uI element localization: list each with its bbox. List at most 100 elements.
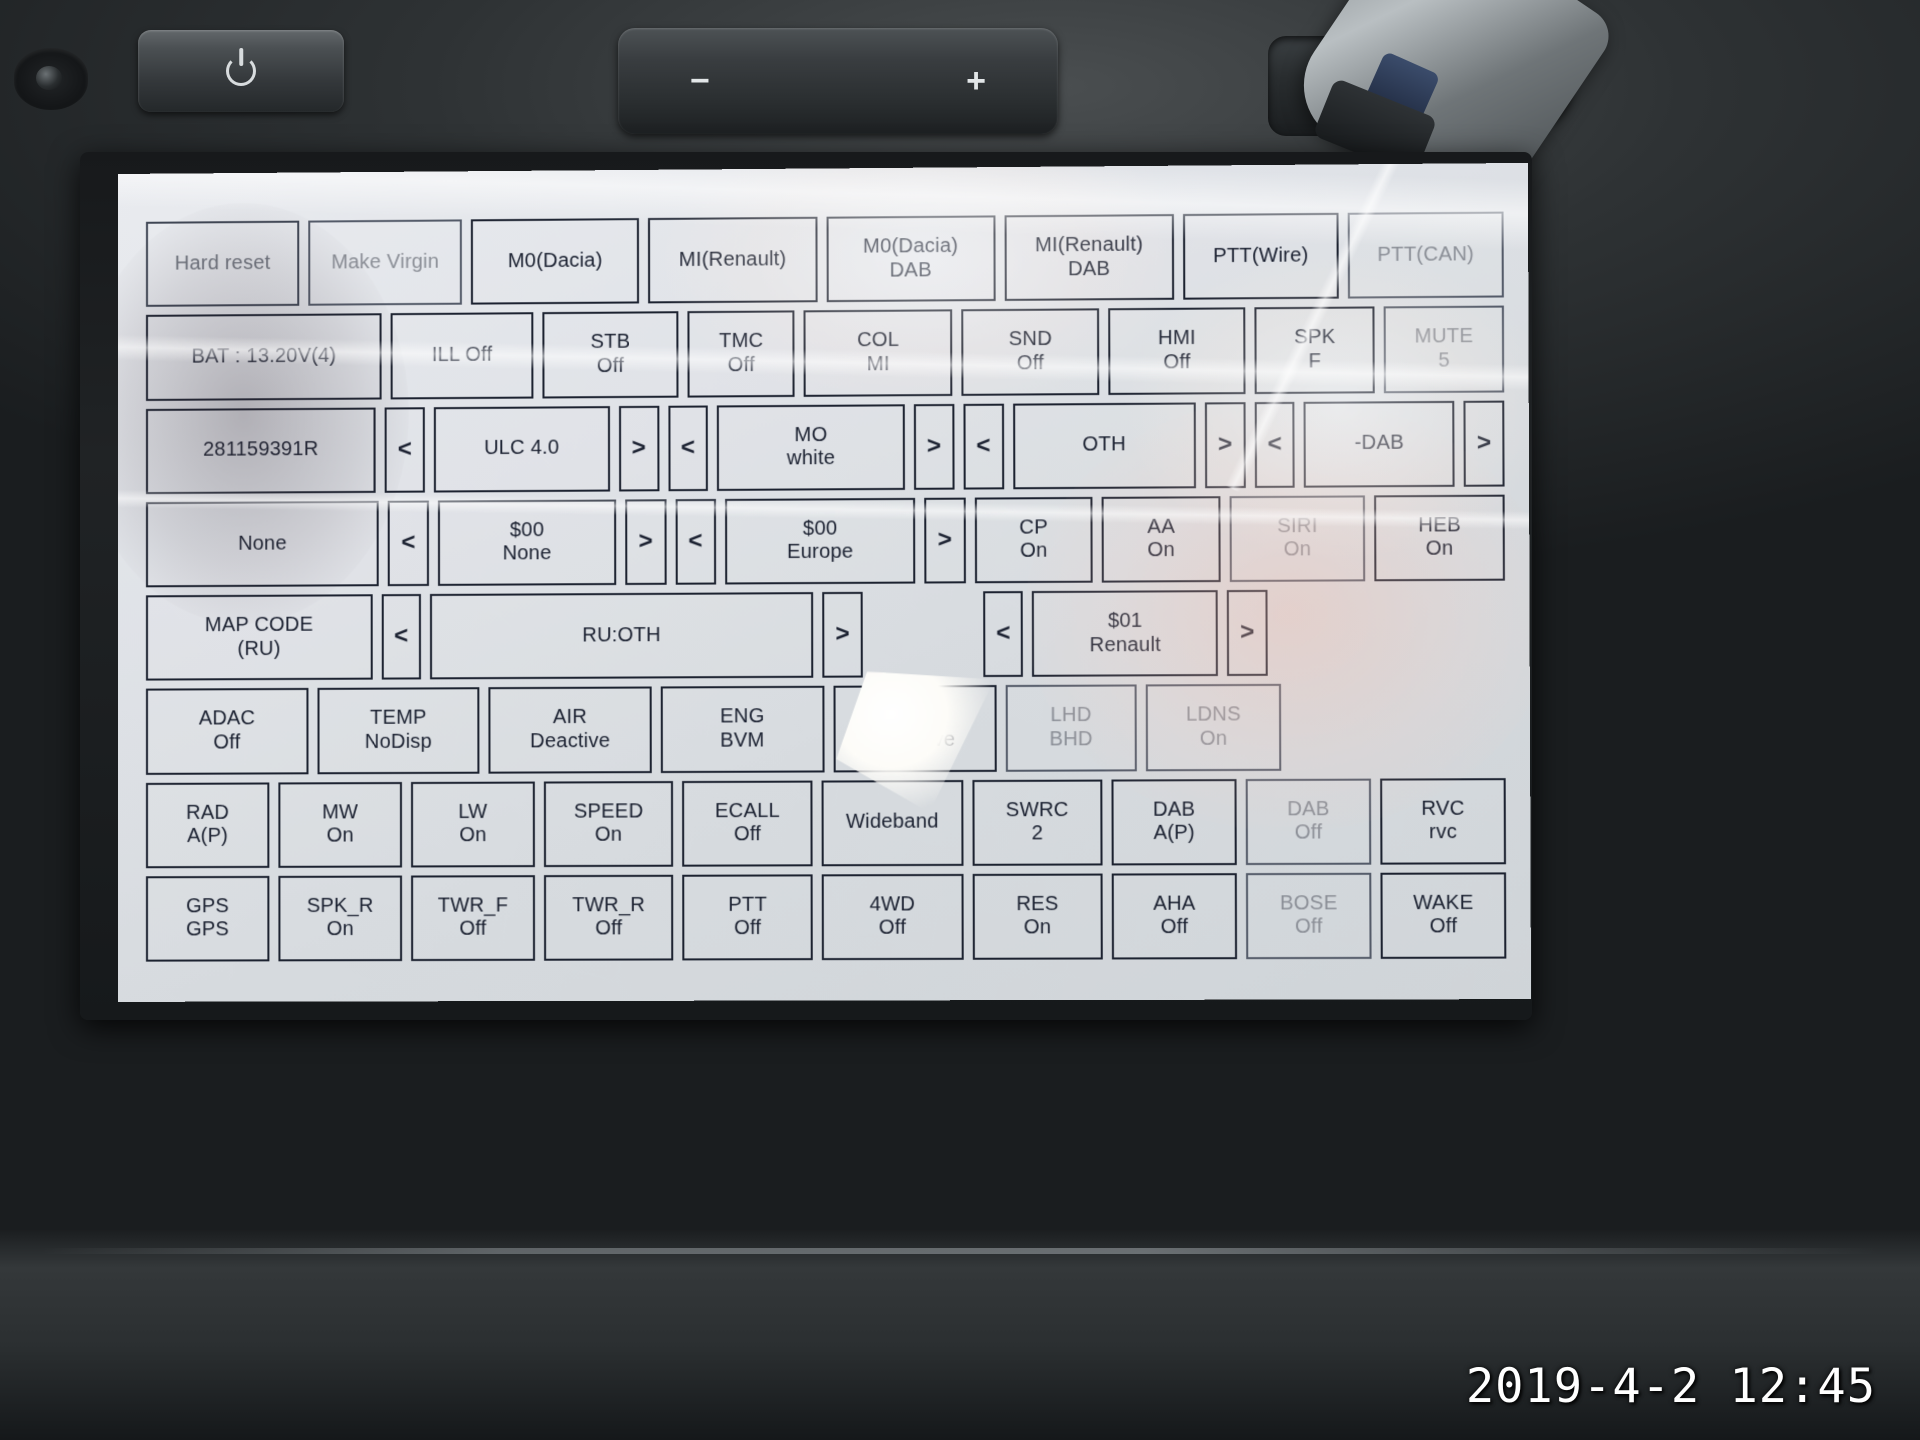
btn-dab-off[interactable]: DAB Off	[1246, 778, 1372, 865]
btn-aha[interactable]: AHA Off	[1112, 873, 1237, 960]
btn-spk-label: SPK	[1294, 326, 1335, 350]
btn-spk-r[interactable]: SPK_R On	[278, 875, 402, 961]
btn-mi-renault-dab[interactable]: MI(Renault) DAB	[1004, 214, 1174, 301]
btn-ldns[interactable]: LDNS On	[1145, 684, 1281, 771]
btn-adac[interactable]: ADAC Off	[146, 688, 308, 774]
btn-aa[interactable]: AA On	[1102, 496, 1221, 583]
btn-brand-value[interactable]: OTH	[1013, 402, 1196, 489]
btn-twr-r[interactable]: TWR_R Off	[544, 875, 674, 961]
btn-dab-prev[interactable]: <	[1254, 401, 1295, 487]
btn-code2-next[interactable]: >	[924, 497, 965, 583]
btn-swrc[interactable]: SWRC 2	[972, 779, 1103, 866]
btn-ptt-wire[interactable]: PTT(Wire)	[1183, 213, 1339, 300]
head-unit-top-bezel: − +	[0, 0, 1920, 170]
btn-illumination[interactable]: ILL Off	[391, 312, 533, 398]
btn-ulc-version[interactable]: ULC 4.0	[434, 406, 610, 493]
btn-wideband-label: Wideband	[846, 811, 939, 835]
btn-wideband[interactable]: Wideband	[821, 780, 963, 866]
btn-oem-next[interactable]: >	[1227, 590, 1267, 676]
btn-dab-ap[interactable]: DAB A(P)	[1112, 779, 1237, 866]
btn-code2-prev[interactable]: <	[675, 499, 716, 585]
btn-twr-f-label: TWR_F	[438, 894, 508, 918]
btn-dab-value[interactable]: -DAB	[1304, 400, 1455, 487]
btn-code2-value[interactable]: $00 Europe	[725, 498, 916, 585]
btn-mute[interactable]: MUTE 5	[1384, 306, 1504, 393]
btn-bose[interactable]: BOSE Off	[1246, 873, 1372, 960]
btn-m0-dacia[interactable]: M0(Dacia)	[471, 218, 639, 305]
btn-tmc[interactable]: TMC Off	[688, 311, 795, 397]
btn-ptt-value: Off	[734, 917, 761, 941]
volume-up-icon[interactable]: +	[966, 64, 986, 98]
btn-heb-label: HEB	[1418, 514, 1461, 538]
btn-mapcode-next-label: >	[835, 621, 849, 650]
btn-res[interactable]: RES On	[972, 873, 1103, 959]
btn-dab-next-label: >	[1477, 429, 1492, 458]
btn-mapcode-next[interactable]: >	[823, 592, 863, 678]
btn-none-value[interactable]: None	[146, 501, 379, 588]
btn-mapcode-prev[interactable]: <	[381, 594, 421, 680]
btn-oem-value[interactable]: $01 Renault	[1032, 590, 1218, 677]
btn-ulc-prev[interactable]: <	[385, 407, 425, 493]
btn-rvc-label: RVC	[1421, 797, 1464, 821]
btn-code1-value[interactable]: $00 None	[438, 499, 617, 586]
btn-make-virgin[interactable]: Make Virgin	[308, 219, 462, 306]
btn-mapcode-value[interactable]: RU:OTH	[430, 592, 814, 680]
btn-dab-next[interactable]: >	[1464, 400, 1505, 486]
btn-map-code-label: MAP CODE	[205, 614, 313, 638]
btn-swrc-value: 2	[1032, 822, 1044, 846]
btn-fourwd[interactable]: 4WD Off	[822, 874, 964, 960]
btn-cp[interactable]: CP On	[974, 497, 1093, 584]
btn-hard-reset[interactable]: Hard reset	[146, 221, 299, 307]
btn-map-code[interactable]: MAP CODE (RU)	[146, 594, 372, 681]
btn-skin-prev[interactable]: <	[668, 405, 708, 491]
btn-mw-label: MW	[322, 801, 358, 825]
btn-mi-renault[interactable]: MI(Renault)	[648, 217, 817, 304]
btn-col-value: MI	[867, 353, 890, 377]
btn-code1-prev[interactable]: <	[388, 500, 429, 586]
btn-ulc-next[interactable]: >	[619, 405, 659, 491]
btn-lhd[interactable]: LHD BHD	[1006, 685, 1137, 772]
btn-mw[interactable]: MW On	[278, 782, 402, 868]
btn-air[interactable]: AIR Deactive	[489, 687, 652, 773]
btn-oem-prev[interactable]: <	[983, 591, 1023, 677]
btn-skin-next[interactable]: >	[914, 403, 954, 489]
btn-twr-f[interactable]: TWR_F Off	[411, 875, 535, 961]
btn-hmi[interactable]: HMI Off	[1108, 308, 1246, 395]
btn-rad[interactable]: RAD A(P)	[146, 782, 269, 868]
btn-ecall[interactable]: ECALL Off	[683, 780, 813, 866]
btn-siri[interactable]: SIRI On	[1230, 495, 1366, 582]
btn-lw[interactable]: LW On	[411, 781, 535, 867]
btn-make-virgin-label: Make Virgin	[331, 251, 439, 275]
btn-speed[interactable]: SPEED On	[544, 781, 674, 867]
btn-temp[interactable]: TEMP NoDisp	[317, 687, 480, 773]
btn-spk[interactable]: SPK F	[1255, 307, 1375, 394]
btn-brand-next[interactable]: >	[1205, 402, 1246, 488]
btn-part-number[interactable]: 281159391R	[146, 407, 376, 494]
btn-eng-label: ENG	[720, 705, 764, 729]
btn-m0-dacia-dab[interactable]: M0(Dacia) DAB	[826, 215, 995, 302]
btn-heb[interactable]: HEB On	[1374, 494, 1505, 581]
btn-ptt[interactable]: PTT Off	[683, 874, 813, 960]
btn-code1-next[interactable]: >	[625, 499, 666, 585]
btn-fourwd-label: 4WD	[870, 893, 916, 917]
btn-dab-off-value: Off	[1295, 821, 1323, 845]
btn-ptt-label: PTT	[728, 893, 767, 917]
btn-gps-value: GPS	[186, 919, 229, 943]
btn-gps[interactable]: GPS GPS	[146, 876, 269, 962]
btn-eng[interactable]: ENG BVM	[661, 686, 824, 773]
btn-skin-value[interactable]: MO white	[717, 404, 905, 491]
btn-dab-prev-label: <	[1267, 430, 1282, 459]
btn-ptt-can[interactable]: PTT(CAN)	[1348, 212, 1504, 299]
btn-eco[interactable]: ECO Deactive	[833, 685, 997, 772]
btn-battery-voltage[interactable]: BAT : 13.20V(4)	[146, 313, 382, 400]
btn-brand-prev[interactable]: <	[963, 403, 1004, 489]
volume-rocker[interactable]: − +	[618, 28, 1058, 134]
volume-down-icon[interactable]: −	[690, 64, 710, 98]
btn-wake[interactable]: WAKE Off	[1380, 872, 1506, 959]
btn-col[interactable]: COL MI	[804, 310, 953, 397]
power-button[interactable]	[138, 30, 344, 112]
btn-rvc[interactable]: RVC rvc	[1380, 778, 1506, 865]
btn-stb[interactable]: STB Off	[542, 311, 679, 398]
row-region: None < $00 None > < $00 Europe > CP On AA On SIRI On HE…	[146, 494, 1505, 587]
btn-snd[interactable]: SND Off	[962, 309, 1099, 396]
